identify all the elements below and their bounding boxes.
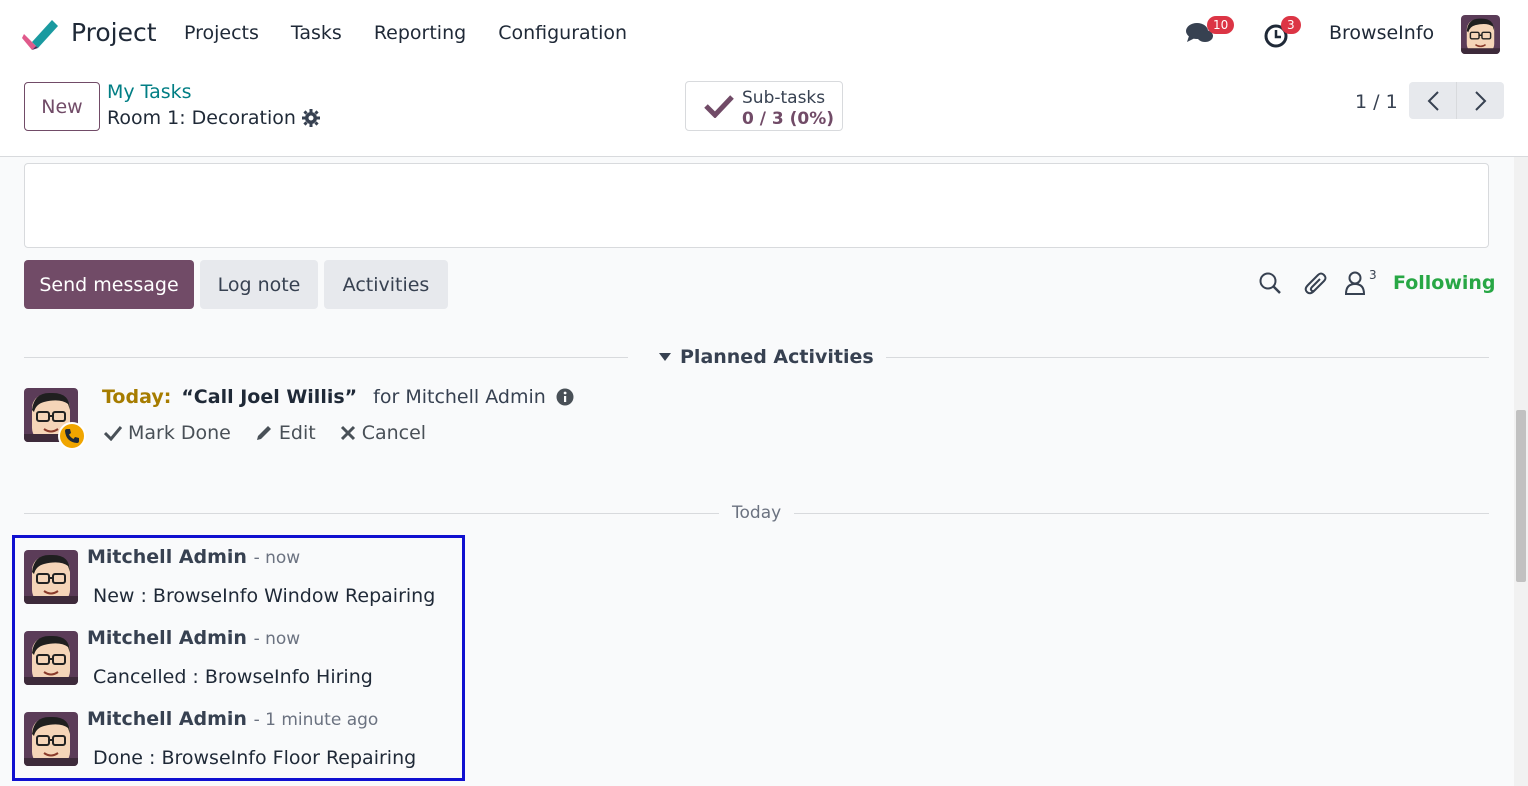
subtasks-label: Sub-tasks [742,88,826,108]
message-author[interactable]: Mitchell Admin [87,546,247,568]
chevron-left-icon [1427,90,1439,111]
top-navbar: Project Projects Tasks Reporting Configu… [0,0,1528,70]
activity-when: Today: [102,386,172,408]
date-divider-right [794,513,1489,514]
menu-reporting[interactable]: Reporting [374,22,466,44]
message-time: - 1 minute ago [253,710,379,730]
activity-assignee: for Mitchell Admin [373,386,546,408]
gear-icon[interactable] [301,109,320,127]
date-divider-left [24,513,719,514]
highlight-box [12,535,465,781]
planned-activities-title: Planned Activities [680,346,874,368]
message-avatar[interactable] [24,712,78,766]
control-panel: New My Tasks Room 1: Decoration Sub-task… [0,70,1528,157]
planned-activities-toggle[interactable]: Planned Activities [658,346,874,368]
following-button[interactable]: Following [1393,272,1496,294]
breadcrumb-current: Room 1: Decoration [107,107,320,129]
menu-tasks[interactable]: Tasks [291,22,342,44]
subtasks-value: 0 / 3 (0%) [742,109,835,129]
message-avatar[interactable] [24,631,78,685]
menu-configuration[interactable]: Configuration [498,22,627,44]
message-author-line: Mitchell Admin - now [87,627,300,649]
mark-done-button[interactable]: Mark Done [104,422,231,444]
close-icon [340,425,355,441]
subtasks-button[interactable]: Sub-tasks 0 / 3 (0%) [685,81,843,131]
composer-area[interactable] [24,163,1489,248]
pager-previous-button[interactable] [1409,82,1457,119]
main-menu: Projects Tasks Reporting Configuration [184,22,659,44]
message-time: - now [253,548,301,568]
mark-done-label: Mark Done [128,422,231,444]
scrollbar-thumb[interactable] [1516,410,1526,582]
message-author[interactable]: Mitchell Admin [87,627,247,649]
message-author-line: Mitchell Admin - now [87,546,300,568]
menu-projects[interactable]: Projects [184,22,259,44]
edit-activity-button[interactable]: Edit [255,422,316,444]
chevron-right-icon [1474,90,1486,111]
message-body: Done : BrowseInfo Floor Repairing [93,747,417,769]
search-icon[interactable] [1258,270,1282,296]
user-avatar[interactable] [1461,15,1500,54]
activity-summary: “Call Joel Willis” [181,386,358,408]
message-body: Cancelled : BrowseInfo Hiring [93,666,373,688]
record-title: Room 1: Decoration [107,107,296,129]
pager-value[interactable]: 1 / 1 [1355,91,1398,113]
scrollbar[interactable] [1514,157,1528,786]
user-name[interactable]: BrowseInfo [1329,22,1434,44]
activity-line: Today: “Call Joel Willis” for Mitchell A… [102,386,574,408]
check-icon [704,95,734,118]
caret-down-icon [659,353,671,361]
send-message-button[interactable]: Send message [24,260,194,309]
activity-actions: Mark Done Edit Cancel [104,422,426,444]
phone-icon [58,422,86,450]
followers-user-icon[interactable] [1344,270,1366,296]
followers-count: 3 [1369,268,1377,282]
messages-badge: 10 [1207,16,1235,34]
date-separator: Today [732,503,782,523]
message-avatar[interactable] [24,550,78,604]
divider-left [24,357,628,358]
message-author[interactable]: Mitchell Admin [87,708,247,730]
pager-buttons [1409,82,1504,119]
cancel-label: Cancel [361,422,427,444]
breadcrumb-parent[interactable]: My Tasks [107,81,192,103]
message-time: - now [253,629,301,649]
cancel-activity-button[interactable]: Cancel [340,422,426,444]
pager-next-button[interactable] [1457,82,1504,119]
app-name[interactable]: Project [71,18,157,47]
divider-right [886,357,1489,358]
paperclip-icon[interactable] [1303,270,1329,298]
edit-label: Edit [278,422,316,444]
activities-button[interactable]: Activities [324,260,448,309]
message-body: New : BrowseInfo Window Repairing [93,585,436,607]
log-note-button[interactable]: Log note [200,260,318,309]
project-app-logo-icon[interactable] [22,18,58,50]
new-button[interactable]: New [24,82,100,131]
activities-badge: 3 [1281,16,1301,34]
pencil-icon [256,426,271,440]
info-icon[interactable] [556,388,574,406]
check-icon [104,426,122,441]
message-author-line: Mitchell Admin - 1 minute ago [87,708,378,730]
